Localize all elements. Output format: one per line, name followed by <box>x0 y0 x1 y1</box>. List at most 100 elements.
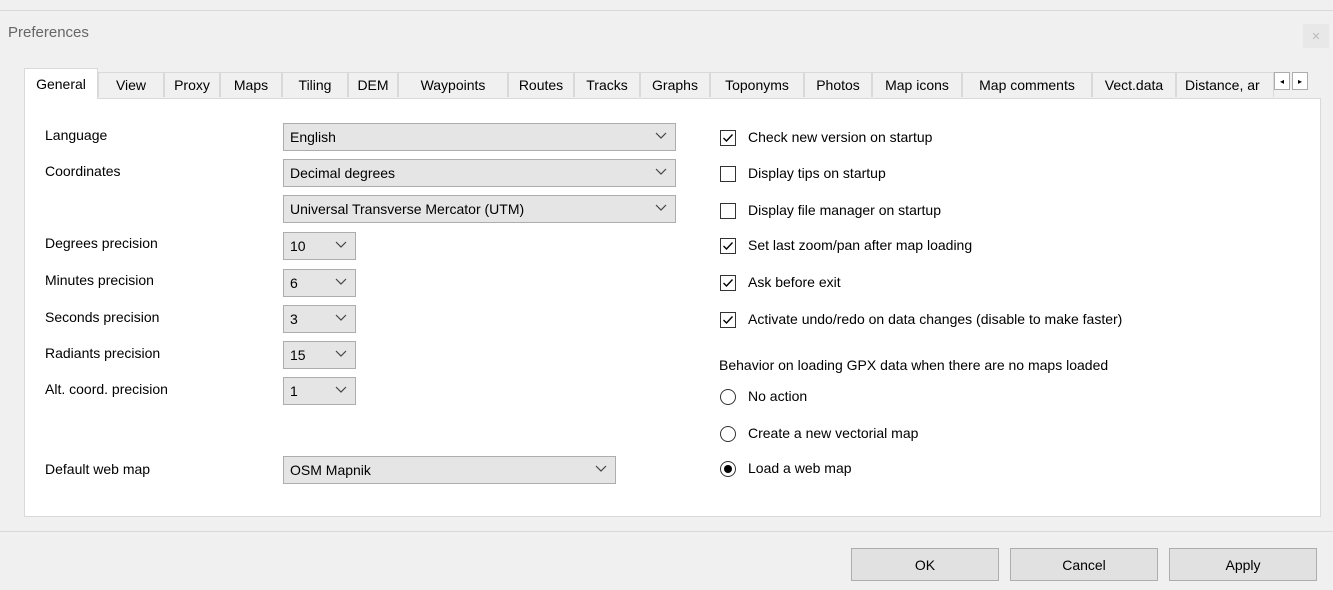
set-last-zoom-pan-label: Set last zoom/pan after map loading <box>748 237 973 253</box>
display-file-manager-label: Display file manager on startup <box>748 202 941 218</box>
coordinates-label: Coordinates <box>45 163 121 179</box>
apply-button[interactable]: Apply <box>1169 548 1317 581</box>
display-file-manager-checkbox[interactable] <box>720 203 736 219</box>
chevron-down-icon <box>335 350 347 357</box>
tab-dem[interactable]: DEM <box>348 72 398 97</box>
tab-label: Waypoints <box>420 77 486 93</box>
tab-label: Graphs <box>652 77 698 93</box>
radio-selected-dot <box>724 465 732 473</box>
minutes-precision-label: Minutes precision <box>45 272 154 288</box>
window-title: Preferences <box>8 24 89 41</box>
checkmark-icon <box>723 242 734 251</box>
alt-coord-precision-select[interactable]: 1 <box>283 377 356 405</box>
seconds-precision-label: Seconds precision <box>45 309 160 325</box>
tab-strip: General View Proxy Maps Tiling DEM Waypo… <box>24 68 1314 99</box>
ask-before-exit-label: Ask before exit <box>748 274 841 290</box>
close-button[interactable]: ✕ <box>1303 24 1329 48</box>
chevron-down-icon <box>335 278 347 285</box>
tab-label: Proxy <box>174 77 210 93</box>
create-vectorial-map-label: Create a new vectorial map <box>748 425 919 441</box>
tab-general[interactable]: General <box>24 68 98 99</box>
tab-scroll-right-button[interactable]: ▸ <box>1292 72 1308 90</box>
display-tips-label: Display tips on startup <box>748 165 886 181</box>
load-web-map-label: Load a web map <box>748 460 852 476</box>
default-web-map-value: OSM Mapnik <box>290 462 371 478</box>
tab-label: Tiling <box>298 77 332 93</box>
gpx-behavior-label: Behavior on loading GPX data when there … <box>719 357 1109 373</box>
load-web-map-radio[interactable] <box>720 461 736 477</box>
default-web-map-label: Default web map <box>45 461 151 477</box>
grid-system-value: Universal Transverse Mercator (UTM) <box>290 201 525 217</box>
ask-before-exit-checkbox[interactable] <box>720 275 736 291</box>
tab-label: Distance, ar <box>1185 77 1260 93</box>
close-icon: ✕ <box>1311 30 1321 43</box>
tab-label: Map icons <box>885 77 949 93</box>
window-top-border <box>0 10 1333 11</box>
tab-map-comments[interactable]: Map comments <box>962 72 1092 97</box>
seconds-precision-value: 3 <box>290 311 298 327</box>
radiants-precision-label: Radiants precision <box>45 345 161 361</box>
coordinates-value: Decimal degrees <box>290 165 396 181</box>
grid-system-select[interactable]: Universal Transverse Mercator (UTM) <box>283 195 676 223</box>
chevron-down-icon <box>655 204 667 211</box>
check-new-version-checkbox[interactable] <box>720 130 736 146</box>
tab-label: General <box>36 76 86 92</box>
tab-vect-data[interactable]: Vect.data <box>1092 72 1176 97</box>
checkmark-icon <box>723 279 734 288</box>
tab-scroll-left-button[interactable]: ◂ <box>1274 72 1290 90</box>
chevron-down-icon <box>335 241 347 248</box>
check-new-version-label: Check new version on startup <box>748 129 933 145</box>
tab-map-icons[interactable]: Map icons <box>872 72 962 97</box>
tab-routes[interactable]: Routes <box>508 72 574 97</box>
create-vectorial-map-radio[interactable] <box>720 426 736 442</box>
tab-label: Toponyms <box>725 77 789 93</box>
degrees-precision-select[interactable]: 10 <box>283 232 356 260</box>
minutes-precision-select[interactable]: 6 <box>283 269 356 297</box>
radiants-precision-value: 15 <box>290 347 306 363</box>
tab-label: DEM <box>357 77 389 93</box>
no-action-label: No action <box>748 388 808 404</box>
tab-graphs[interactable]: Graphs <box>640 72 710 97</box>
general-tab-panel: Language Coordinates Degrees precision M… <box>24 98 1321 517</box>
language-select[interactable]: English <box>283 123 676 151</box>
minutes-precision-value: 6 <box>290 275 298 291</box>
seconds-precision-select[interactable]: 3 <box>283 305 356 333</box>
arrow-right-icon: ▸ <box>1297 76 1302 86</box>
checkmark-icon <box>723 316 734 325</box>
checkmark-icon <box>723 134 734 143</box>
activate-undo-redo-label: Activate undo/redo on data changes (disa… <box>748 311 1123 327</box>
default-web-map-select[interactable]: OSM Mapnik <box>283 456 616 484</box>
tab-label: View <box>115 77 147 93</box>
language-label: Language <box>45 127 108 143</box>
degrees-precision-value: 10 <box>290 238 306 254</box>
tab-maps[interactable]: Maps <box>220 72 282 97</box>
ok-button[interactable]: OK <box>851 548 999 581</box>
arrow-left-icon: ◂ <box>1279 76 1284 86</box>
tab-view[interactable]: View <box>98 72 164 97</box>
tab-tiling[interactable]: Tiling <box>282 72 348 97</box>
alt-coord-precision-label: Alt. coord. precision <box>45 381 168 397</box>
tab-label: Maps <box>233 77 269 93</box>
chevron-down-icon <box>595 465 607 472</box>
chevron-down-icon <box>655 132 667 139</box>
activate-undo-redo-checkbox[interactable] <box>720 312 736 328</box>
tab-toponyms[interactable]: Toponyms <box>710 72 804 97</box>
tab-tracks[interactable]: Tracks <box>574 72 640 97</box>
tab-proxy[interactable]: Proxy <box>164 72 220 97</box>
radiants-precision-select[interactable]: 15 <box>283 341 356 369</box>
set-last-zoom-pan-checkbox[interactable] <box>720 238 736 254</box>
tab-distance[interactable]: Distance, ar <box>1176 72 1274 97</box>
no-action-radio[interactable] <box>720 389 736 405</box>
alt-coord-precision-value: 1 <box>290 383 298 399</box>
tab-label: Vect.data <box>1104 77 1164 93</box>
display-tips-checkbox[interactable] <box>720 166 736 182</box>
tab-label: Photos <box>816 77 860 93</box>
tab-label: Map comments <box>979 77 1075 93</box>
footer-separator <box>0 531 1333 532</box>
tab-photos[interactable]: Photos <box>804 72 872 97</box>
chevron-down-icon <box>335 386 347 393</box>
cancel-button[interactable]: Cancel <box>1010 548 1158 581</box>
coordinates-select[interactable]: Decimal degrees <box>283 159 676 187</box>
tab-waypoints[interactable]: Waypoints <box>398 72 508 97</box>
language-value: English <box>290 129 336 145</box>
